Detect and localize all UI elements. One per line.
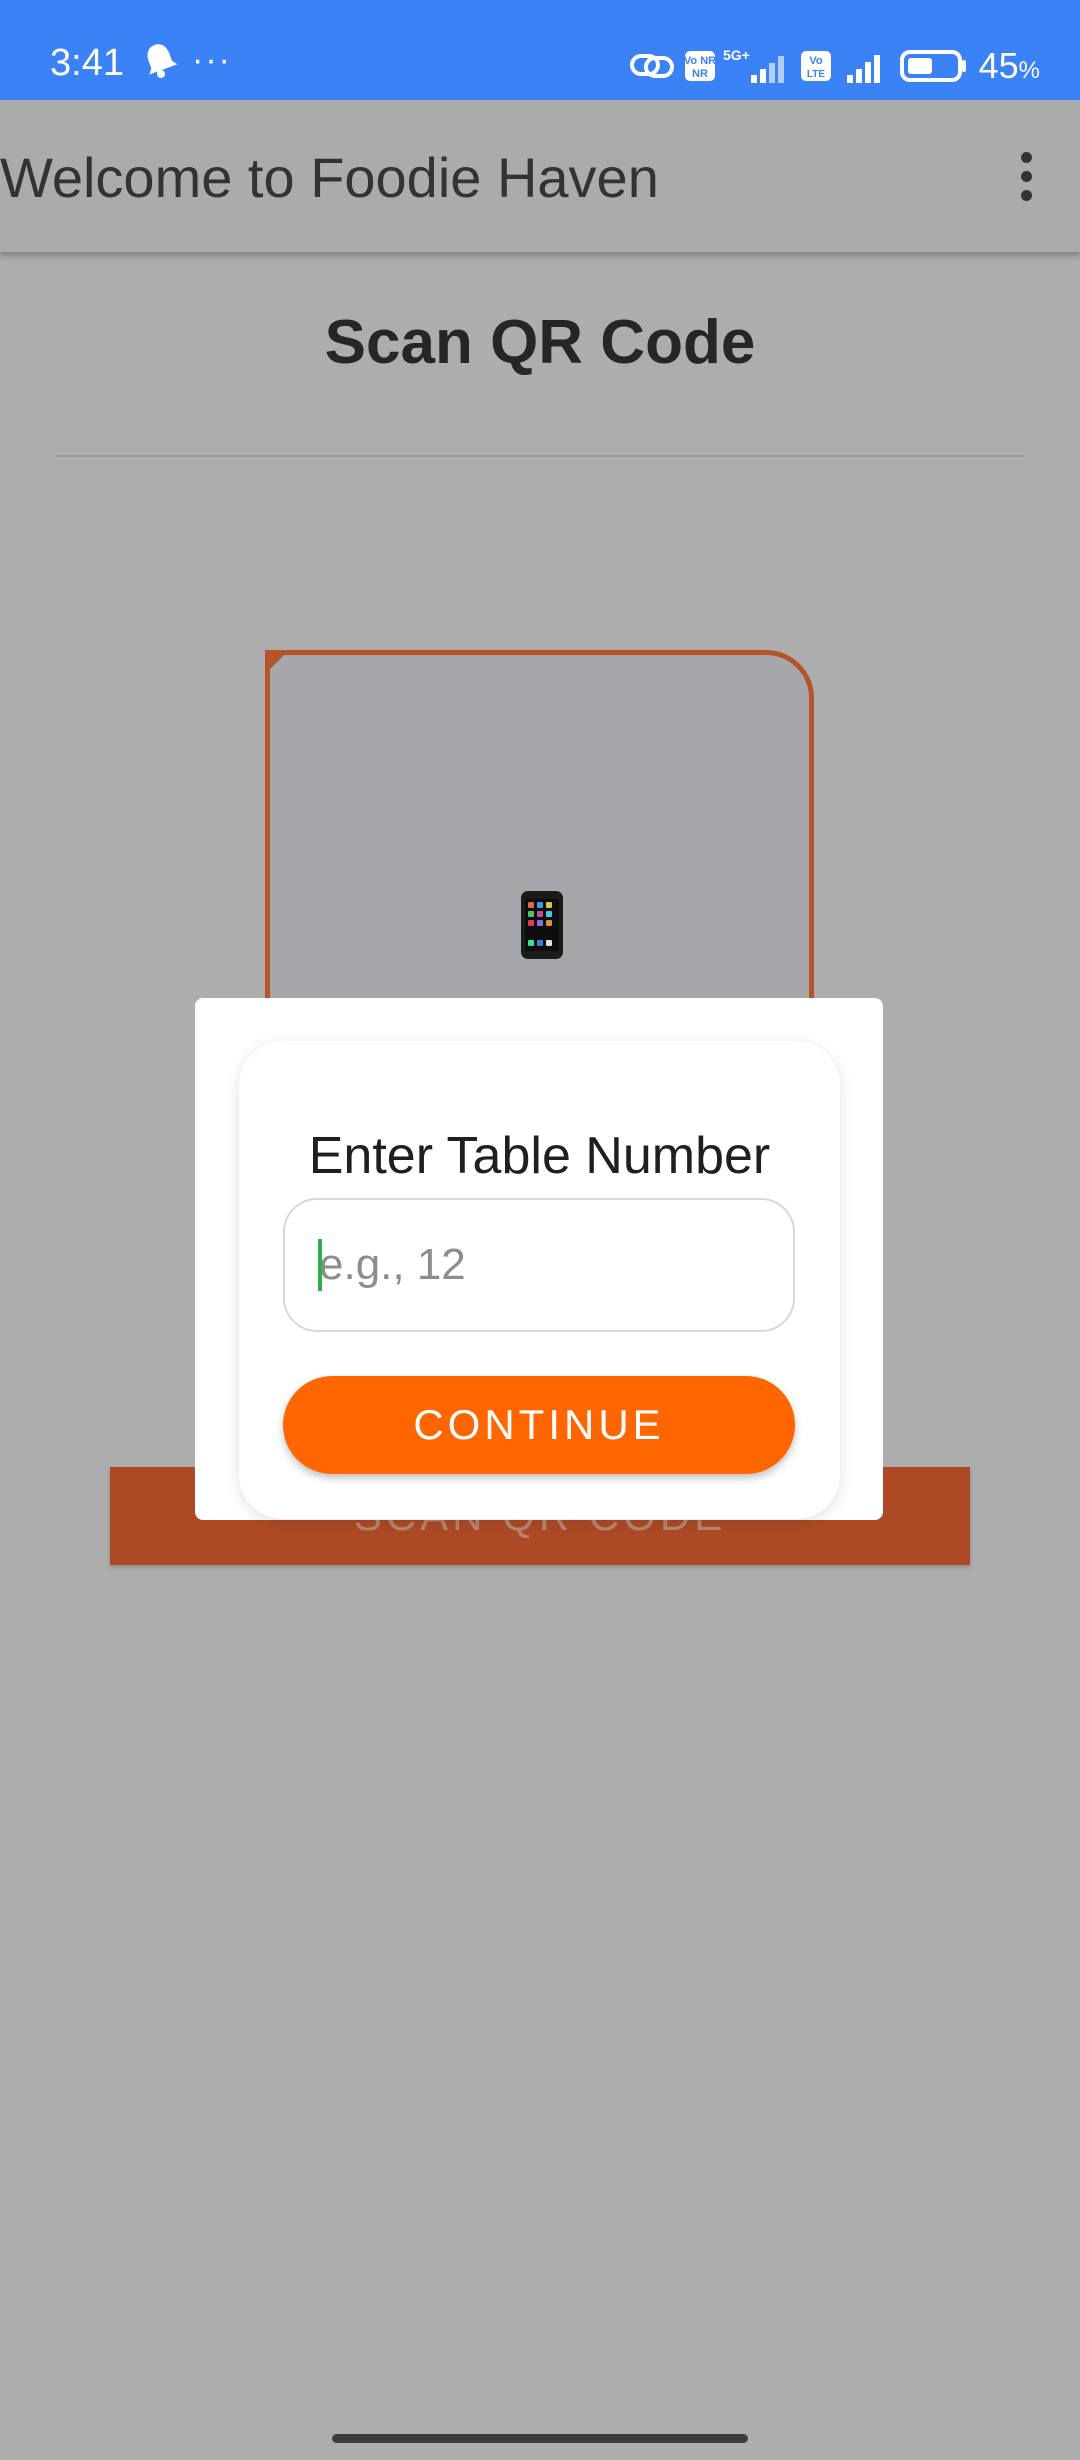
app-bar: Welcome to Foodie Haven (0, 100, 1080, 252)
mobile-phone-icon (521, 891, 563, 959)
link-icon (629, 54, 674, 78)
vonr-icon: Vo NR NR (684, 51, 716, 81)
dialog-title: Enter Table Number (308, 1127, 771, 1185)
svg-text:LTE: LTE (807, 69, 825, 80)
signal-icon (846, 55, 880, 83)
status-bar: 3:41 ··· Vo NR NR 5G+ Vo LTE 45% (0, 0, 1080, 100)
corner-marker (265, 650, 289, 674)
notification-bell-icon (147, 44, 178, 78)
battery-percentage: 45% (978, 45, 1040, 86)
network-label-5g: 5G+ (723, 47, 750, 63)
continue-button[interactable]: CONTINUE (283, 1376, 795, 1474)
app-title: Welcome to Foodie Haven (0, 146, 659, 209)
more-vert-icon[interactable] (996, 142, 1056, 210)
page-title: Scan QR Code (324, 308, 756, 377)
5g-signal-icon: 5G+ (723, 47, 784, 83)
more-notifications-indicator: ··· (192, 41, 232, 79)
table-number-dialog: Enter Table Number CONTINUE (195, 998, 883, 1520)
home-indicator[interactable] (332, 2434, 748, 2443)
svg-text:NR: NR (692, 68, 708, 80)
battery-icon (899, 50, 966, 82)
network-label-vonr-vo: Vo NR (684, 55, 716, 67)
dialog-card: Enter Table Number CONTINUE (239, 1041, 840, 1519)
divider (55, 455, 1025, 457)
table-number-input[interactable] (283, 1198, 795, 1332)
volte-icon: Vo LTE (800, 51, 831, 81)
text-cursor (318, 1239, 322, 1291)
status-icons: Vo NR NR 5G+ Vo LTE 45% (629, 46, 1040, 86)
svg-text:Vo: Vo (809, 55, 823, 67)
status-time: 3:41 (50, 42, 124, 84)
